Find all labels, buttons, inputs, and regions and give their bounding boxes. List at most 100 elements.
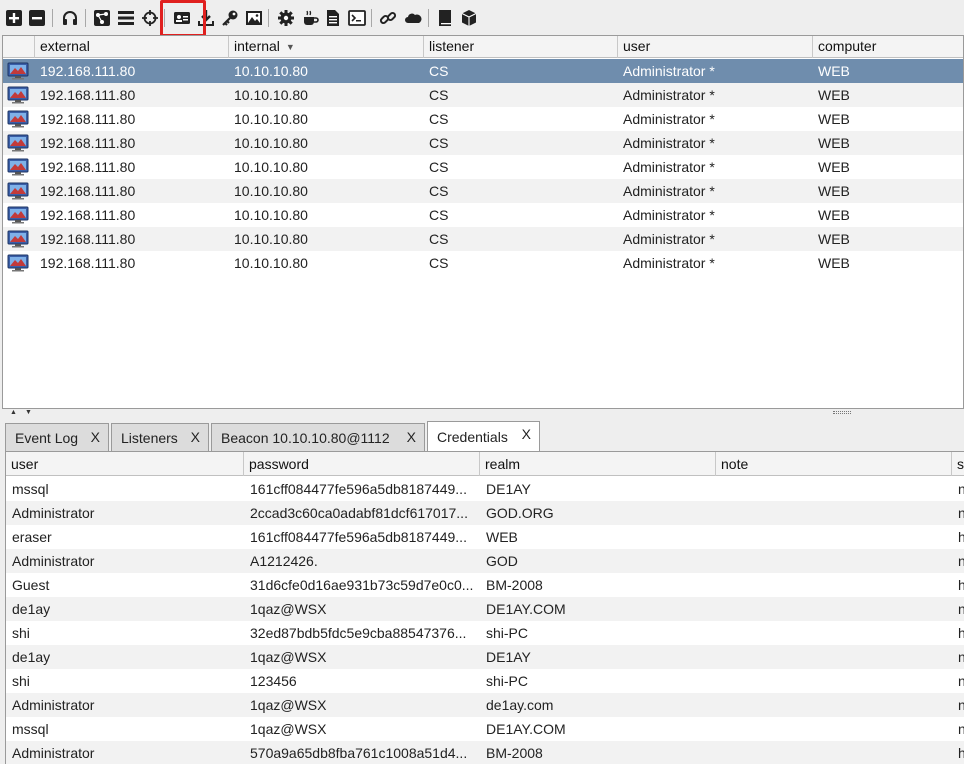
- session-row[interactable]: 192.168.111.80 10.10.10.80 CS Administrator…: [3, 203, 963, 227]
- beacon-session-icon: [7, 254, 29, 272]
- collapse-down-icon[interactable]: ▼: [25, 409, 32, 417]
- cell-internal: 10.10.10.80: [234, 87, 308, 103]
- session-row[interactable]: 192.168.111.80 10.10.10.80 CS Administrator…: [3, 227, 963, 251]
- session-row[interactable]: 192.168.111.80 10.10.10.80 CS Administrator…: [3, 251, 963, 275]
- credential-row[interactable]: Administrator 1qaz@WSX de1ay.com n: [6, 693, 964, 717]
- session-row[interactable]: 192.168.111.80 10.10.10.80 CS Administrator…: [3, 59, 963, 83]
- tab-listeners[interactable]: Listeners X: [111, 423, 209, 451]
- column-header-computer[interactable]: computer: [813, 36, 963, 58]
- credential-row[interactable]: Administrator 570a9a65db8fba761c1008a51d4…: [6, 741, 964, 764]
- session-row[interactable]: 192.168.111.80 10.10.10.80 CS Administrator…: [3, 83, 963, 107]
- cell-realm: BM-2008: [486, 577, 543, 593]
- cell-user: Administrator *: [623, 63, 715, 79]
- column-header-external[interactable]: external: [35, 36, 229, 58]
- manage-web-server-button[interactable]: [378, 8, 398, 28]
- credentials-table[interactable]: user password realm note s mssql 161cff08…: [5, 451, 964, 764]
- credentials-highlight-box: [160, 0, 206, 37]
- cell-external: 192.168.111.80: [40, 63, 136, 79]
- cell-realm: shi-PC: [486, 673, 529, 689]
- java-signed-applet-button[interactable]: [300, 8, 320, 28]
- session-row[interactable]: 192.168.111.80 10.10.10.80 CS Administrator…: [3, 107, 963, 131]
- collapse-up-icon[interactable]: ▲: [10, 409, 17, 417]
- cell-realm: shi-PC: [486, 625, 529, 641]
- connect-button[interactable]: [4, 8, 24, 28]
- cell-realm: DE1AY: [486, 481, 531, 497]
- credential-row[interactable]: mssql 1qaz@WSX DE1AY.COM n: [6, 717, 964, 741]
- cell-note: [716, 693, 952, 717]
- tab-event-log[interactable]: Event Log X: [5, 423, 109, 451]
- pane-splitter[interactable]: ▲ ▼: [0, 409, 964, 421]
- cell-password: 32ed87bdb5fdc5e9cba88547376...: [250, 625, 467, 641]
- cell-realm: DE1AY.COM: [486, 721, 566, 737]
- credential-row[interactable]: Guest 31d6cfe0d16ae931b73c59d7e0c0... BM-2…: [6, 573, 964, 597]
- cell-computer: WEB: [818, 183, 850, 199]
- cell-computer: WEB: [818, 111, 850, 127]
- cell-realm: DE1AY.COM: [486, 601, 566, 617]
- cell-note: [716, 669, 952, 693]
- credential-row[interactable]: mssql 161cff084477fe596a5db8187449... DE1A…: [6, 477, 964, 501]
- cell-password: 570a9a65db8fba761c1008a51d4...: [250, 745, 468, 761]
- column-header-listener[interactable]: listener: [424, 36, 618, 58]
- credential-row[interactable]: de1ay 1qaz@WSX DE1AY.COM n: [6, 597, 964, 621]
- document-icon: [327, 10, 339, 26]
- keystrokes-button[interactable]: [220, 8, 240, 28]
- image-icon: [246, 11, 262, 25]
- column-header-note[interactable]: note: [716, 452, 952, 476]
- cell-external: 192.168.111.80: [40, 183, 136, 199]
- tab-close-button[interactable]: X: [407, 429, 416, 445]
- column-header-password[interactable]: password: [244, 452, 480, 476]
- cell-realm: GOD.ORG: [486, 505, 554, 521]
- tab-close-button[interactable]: X: [91, 429, 100, 445]
- cobalt-strike-window: external internal ▼ listener user compute…: [0, 0, 964, 764]
- credential-row[interactable]: eraser 161cff084477fe596a5db8187449... WEB…: [6, 525, 964, 549]
- session-row[interactable]: 192.168.111.80 10.10.10.80 CS Administrator…: [3, 155, 963, 179]
- column-header-source[interactable]: s: [952, 452, 964, 476]
- splitter-grip[interactable]: [833, 411, 851, 414]
- column-header-internal[interactable]: internal ▼: [229, 36, 424, 58]
- column-header-icon[interactable]: [3, 36, 35, 58]
- credential-row[interactable]: shi 32ed87bdb5fdc5e9cba88547376... shi-PC h: [6, 621, 964, 645]
- cell-user: Administrator *: [623, 87, 715, 103]
- link-icon: [379, 11, 397, 25]
- cell-user: shi: [12, 673, 30, 689]
- cell-realm: WEB: [486, 529, 518, 545]
- sessions-table[interactable]: external internal ▼ listener user compute…: [2, 35, 964, 409]
- cell-external: 192.168.111.80: [40, 231, 136, 247]
- cloud-icon: [405, 13, 422, 23]
- help-button[interactable]: [435, 8, 455, 28]
- about-button[interactable]: [459, 8, 479, 28]
- credential-row[interactable]: shi 123456 shi-PC n: [6, 669, 964, 693]
- listeners-button[interactable]: [60, 8, 80, 28]
- credential-row[interactable]: de1ay 1qaz@WSX DE1AY n: [6, 645, 964, 669]
- cell-external: 192.168.111.80: [40, 135, 136, 151]
- tab-label: Beacon 10.10.10.80@1112: [221, 429, 390, 446]
- column-header-realm[interactable]: realm: [480, 452, 716, 476]
- pivot-graph-button[interactable]: [92, 8, 112, 28]
- column-header-user[interactable]: user: [618, 36, 813, 58]
- credential-row[interactable]: Administrator 2ccad3c60ca0adabf81dcf61701…: [6, 501, 964, 525]
- cell-internal: 10.10.10.80: [234, 111, 308, 127]
- tab-beacon[interactable]: Beacon 10.10.10.80@1112 X: [211, 423, 425, 451]
- screenshots-button[interactable]: [244, 8, 264, 28]
- office-macro-button[interactable]: [323, 8, 343, 28]
- cell-user: shi: [12, 625, 30, 641]
- cell-password: 2ccad3c60ca0adabf81dcf617017...: [250, 505, 468, 521]
- session-row[interactable]: 192.168.111.80 10.10.10.80 CS Administrator…: [3, 179, 963, 203]
- session-table-button[interactable]: [116, 8, 136, 28]
- targets-button[interactable]: [140, 8, 160, 28]
- tab-close-button[interactable]: X: [522, 426, 531, 442]
- cloud-button[interactable]: [403, 8, 423, 28]
- cell-computer: WEB: [818, 159, 850, 175]
- column-header-user[interactable]: user: [6, 452, 244, 476]
- cell-user: Administrator *: [623, 111, 715, 127]
- payload-generator-button[interactable]: [276, 8, 296, 28]
- beacon-session-icon: [7, 230, 29, 248]
- cell-source: h: [952, 573, 964, 597]
- disconnect-button[interactable]: [27, 8, 47, 28]
- web-delivery-button[interactable]: [347, 8, 367, 28]
- cell-user: Administrator *: [623, 207, 715, 223]
- tab-close-button[interactable]: X: [191, 429, 200, 445]
- credential-row[interactable]: Administrator A1212426. GOD n: [6, 549, 964, 573]
- session-row[interactable]: 192.168.111.80 10.10.10.80 CS Administrator…: [3, 131, 963, 155]
- tab-credentials[interactable]: Credentials X: [427, 421, 540, 451]
